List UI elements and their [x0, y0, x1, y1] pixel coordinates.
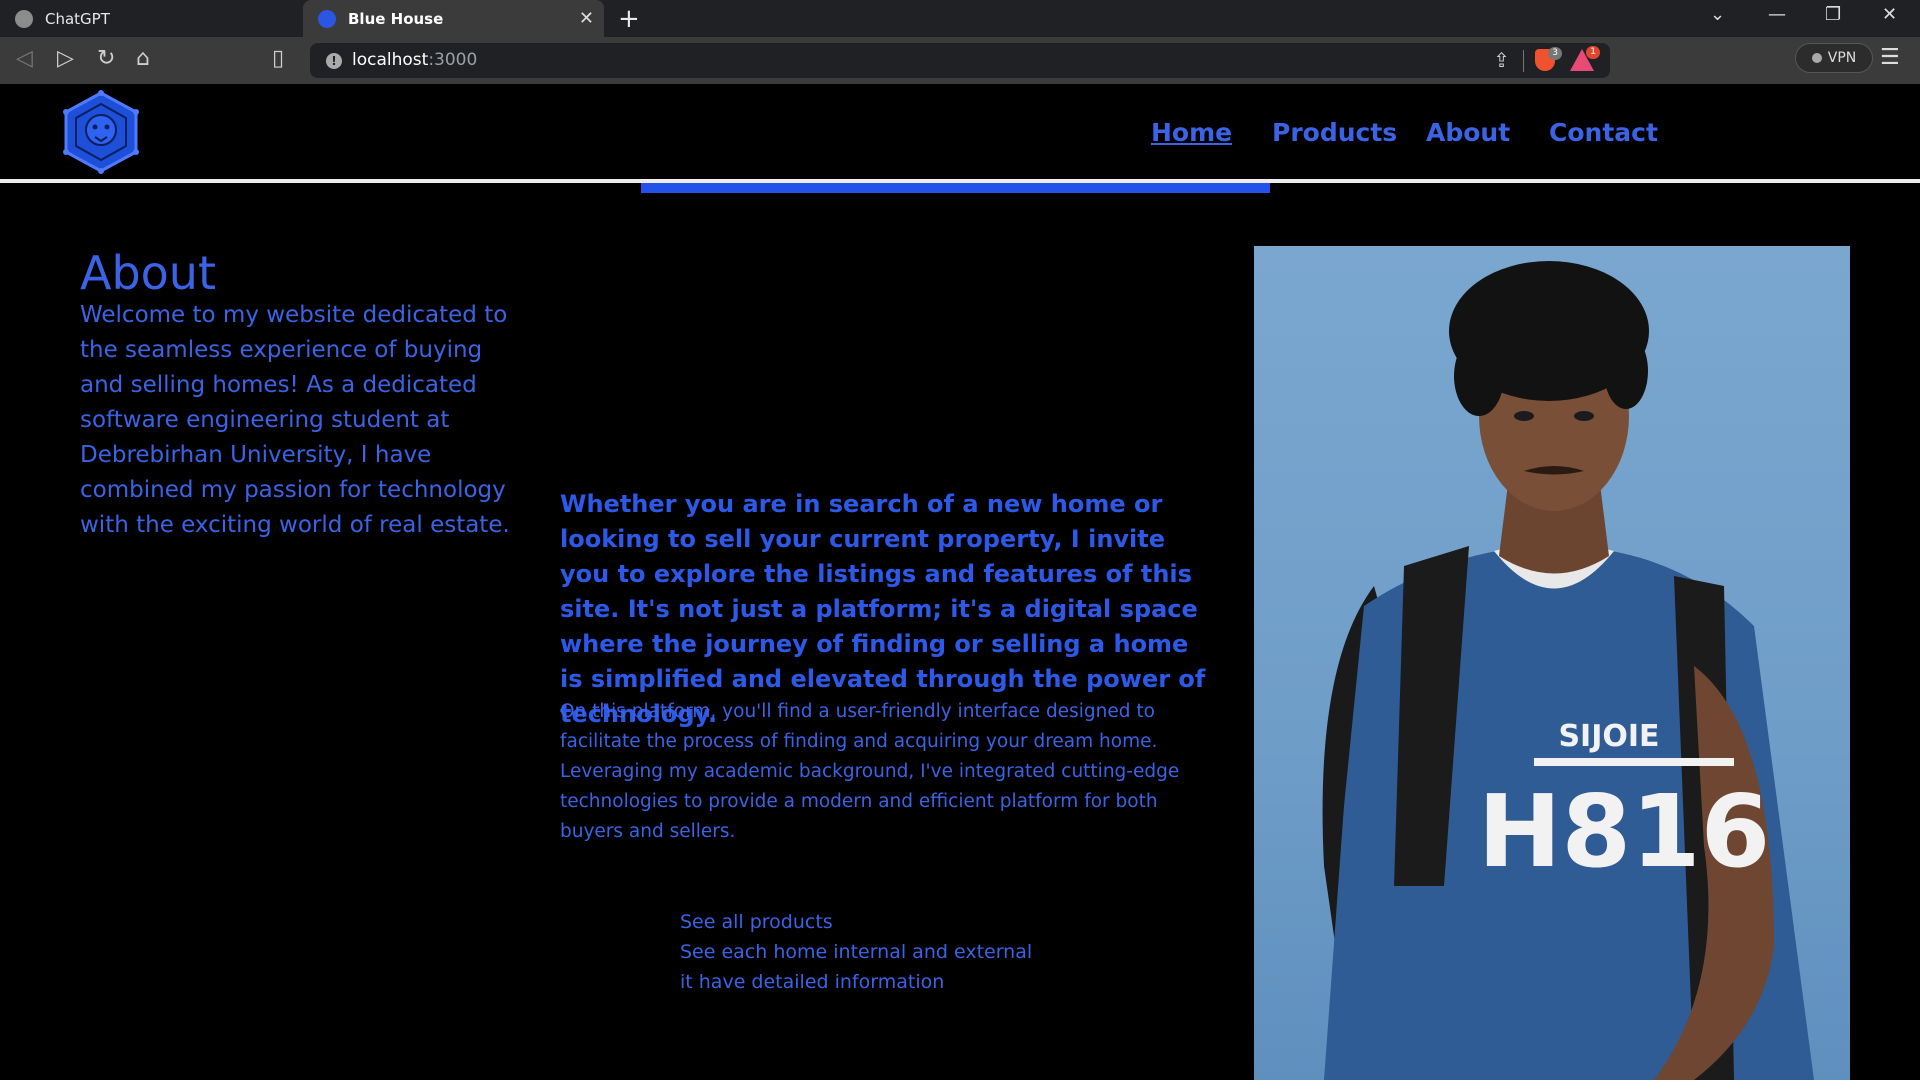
- restore-icon[interactable]: ❐: [1825, 4, 1841, 25]
- blue-house-favicon-icon: [318, 9, 336, 28]
- nav-contact[interactable]: Contact: [1549, 118, 1658, 147]
- share-icon[interactable]: ⇪: [1493, 48, 1510, 72]
- site-header: Home Products About Contact: [0, 84, 1920, 180]
- browser-toolbar: ◁ ▷ ↻ ⌂ ▯ ! localhost:3000 ⇪ 3 1 VPN ☰: [0, 37, 1920, 85]
- site-info-icon[interactable]: !: [326, 53, 342, 69]
- nav-home[interactable]: Home: [1151, 118, 1232, 147]
- tab-blue-house[interactable]: Blue House ✕: [303, 0, 604, 37]
- back-icon[interactable]: ◁: [16, 46, 33, 71]
- shield-count-badge: 3: [1548, 47, 1562, 60]
- tab-strip: ChatGPT Blue House ✕ + ⌄ — ❐ ✕: [0, 0, 1920, 37]
- product-links: See all products See each home internal …: [680, 907, 1032, 997]
- vpn-status-icon: [1811, 53, 1822, 63]
- vpn-label: VPN: [1827, 50, 1857, 66]
- detailed-info-text: it have detailed information: [680, 971, 945, 993]
- tab-chatgpt[interactable]: ChatGPT: [0, 0, 303, 37]
- close-tab-icon[interactable]: ✕: [579, 8, 594, 29]
- close-window-icon[interactable]: ✕: [1882, 4, 1897, 25]
- divider: [1523, 50, 1524, 72]
- home-details-text: See each home internal and external: [680, 941, 1033, 963]
- bookmark-icon[interactable]: ▯: [272, 46, 284, 71]
- lead-text: Whether you are in search of a new home …: [560, 490, 1206, 728]
- page-title: About: [80, 246, 217, 300]
- menu-icon[interactable]: ☰: [1880, 45, 1900, 70]
- chatgpt-favicon-icon: [15, 9, 33, 28]
- rewards-count-badge: 1: [1586, 46, 1600, 59]
- student-portrait-image: SIJOIE H816: [1322, 261, 1814, 1080]
- nav-about[interactable]: About: [1426, 118, 1510, 147]
- url-port: :3000: [428, 50, 478, 70]
- home-icon[interactable]: ⌂: [136, 46, 150, 71]
- profile-photo: SIJOIE H816: [1254, 246, 1850, 1080]
- about-intro-text: Welcome to my website dedicated to the s…: [80, 302, 510, 538]
- address-bar[interactable]: ! localhost:3000 ⇪ 3 1: [310, 43, 1610, 78]
- minimize-icon[interactable]: —: [1768, 4, 1786, 25]
- url-host: localhost: [352, 50, 429, 70]
- see-all-products-link[interactable]: See all products: [680, 907, 1032, 937]
- new-tab-icon[interactable]: +: [618, 4, 640, 34]
- tab-title: Blue House: [348, 9, 444, 28]
- tab-title: ChatGPT: [45, 9, 110, 28]
- accent-bar: [641, 183, 1270, 193]
- shirt-text-top: SIJOIE: [1558, 719, 1659, 754]
- vpn-button[interactable]: VPN: [1795, 43, 1873, 73]
- shirt-text-main: H816: [1478, 773, 1770, 890]
- url-text[interactable]: localhost:3000: [352, 50, 477, 70]
- body-text: On this platform, you'll find a user-fri…: [560, 701, 1180, 842]
- reload-icon[interactable]: ↻: [97, 46, 115, 71]
- tab-search-chevron-icon[interactable]: ⌄: [1710, 4, 1725, 25]
- blue-house-logo-icon[interactable]: [62, 90, 140, 174]
- forward-icon[interactable]: ▷: [57, 46, 74, 71]
- nav-products[interactable]: Products: [1272, 118, 1397, 147]
